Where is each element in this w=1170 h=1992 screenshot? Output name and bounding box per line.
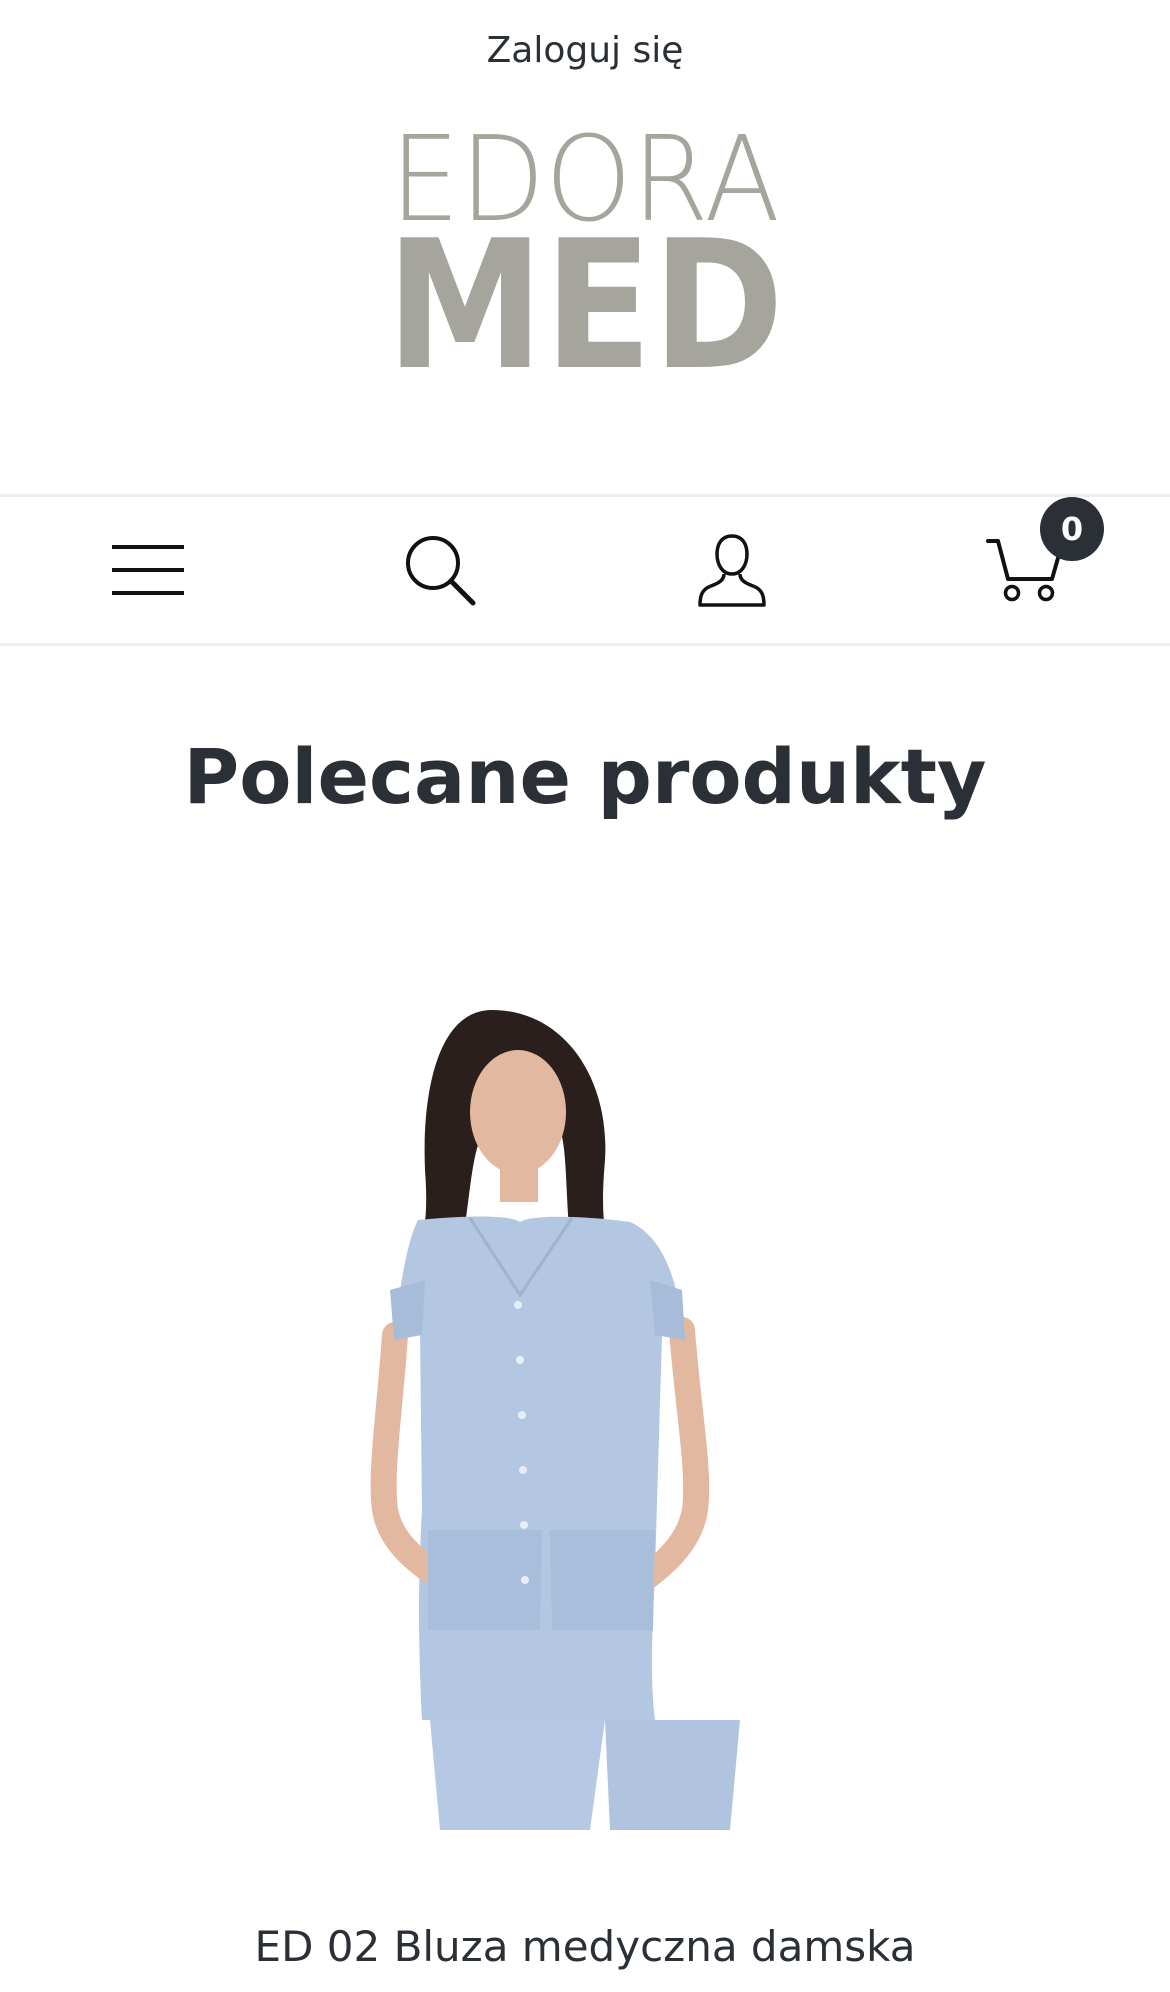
product-image[interactable]	[310, 990, 860, 1840]
account-icon	[698, 534, 766, 607]
logo[interactable]: EDORA MED	[385, 122, 785, 372]
menu-icon	[112, 545, 184, 595]
icon-navigation-bar	[0, 494, 1170, 646]
cart-count-badge: 0	[1040, 497, 1104, 561]
section-title: Polecane produkty	[183, 732, 987, 821]
account-button[interactable]	[672, 497, 792, 643]
logo-line2: MED	[386, 202, 784, 372]
search-button[interactable]	[380, 497, 500, 643]
login-link[interactable]: Zaloguj się	[0, 30, 1170, 71]
menu-button[interactable]	[88, 497, 208, 643]
search-icon	[406, 536, 476, 606]
product-name-link[interactable]: ED 02 Bluza medyczna damska	[0, 1922, 1170, 1971]
